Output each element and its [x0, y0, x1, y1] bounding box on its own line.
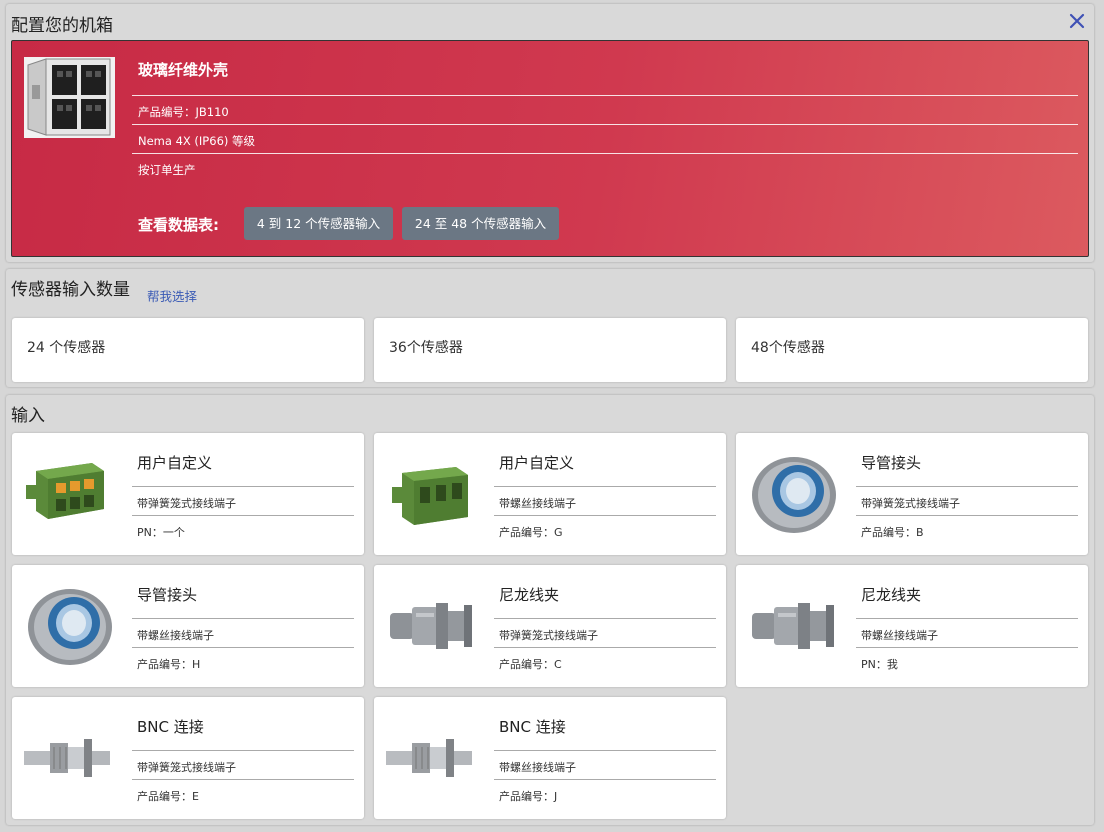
- input-title: 尼龙线夹: [499, 586, 560, 604]
- datasheet-24-48-button[interactable]: 24 至 48 个传感器输入: [402, 207, 559, 240]
- input-part-number: PN：我: [861, 658, 898, 671]
- sensor-option-48[interactable]: 48个传感器: [736, 318, 1088, 382]
- divider: [494, 618, 716, 619]
- input-connector: 带弹簧笼式接线端子: [137, 761, 236, 774]
- input-part-number: 产品编号：C: [499, 658, 562, 671]
- input-title: 导管接头: [137, 586, 198, 604]
- divider: [494, 515, 716, 516]
- input-title: BNC 连接: [137, 718, 204, 736]
- conduit-fitting-icon: [28, 589, 112, 665]
- close-button[interactable]: [1066, 10, 1088, 32]
- datasheet-label: 查看数据表:: [138, 216, 219, 234]
- input-title: 尼龙线夹: [861, 586, 922, 604]
- input-card-user-defined-spring[interactable]: 用户自定义 带弹簧笼式接线端子 PN：一个: [12, 433, 364, 555]
- input-part-number: 产品编号：H: [137, 658, 201, 671]
- datasheet-4-12-button[interactable]: 4 到 12 个传感器输入: [244, 207, 393, 240]
- input-part-number: PN：一个: [137, 526, 185, 539]
- input-connector: 带螺丝接线端子: [499, 761, 576, 774]
- input-connector: 带螺丝接线端子: [861, 629, 938, 642]
- input-part-number: 产品编号：B: [861, 526, 924, 539]
- input-part-number: 产品编号：G: [499, 526, 563, 539]
- sensor-count-panel: 传感器输入数量 帮我选择 24 个传感器 36个传感器 48个传感器: [6, 269, 1094, 387]
- spring-terminal-block-icon: [26, 463, 104, 519]
- input-connector: 带弹簧笼式接线端子: [137, 497, 236, 510]
- sensor-option-label: 36个传感器: [389, 340, 463, 356]
- cable-gland-icon: [752, 603, 834, 649]
- divider: [132, 515, 354, 516]
- cable-gland-icon: [390, 603, 472, 649]
- enclosure-panel: 配置您的机箱 玻璃纤维外壳 产品编号：JB110 Nema 4X (IP66) …: [6, 4, 1094, 262]
- input-title: 用户自定义: [137, 454, 213, 472]
- input-part-number: 产品编号：J: [499, 790, 558, 803]
- input-connector: 带弹簧笼式接线端子: [499, 629, 598, 642]
- sensor-option-label: 24 个传感器: [27, 340, 106, 356]
- product-name: 玻璃纤维外壳: [138, 61, 229, 79]
- close-icon: [1069, 13, 1085, 29]
- help-me-choose-link[interactable]: 帮我选择: [147, 286, 197, 305]
- divider: [132, 779, 354, 780]
- input-card-nylon-clamp-screw[interactable]: 尼龙线夹 带螺丝接线端子 PN：我: [736, 565, 1088, 687]
- sensor-option-label: 48个传感器: [751, 340, 825, 356]
- fiberglass-enclosure-icon: [24, 57, 115, 138]
- sensor-option-36[interactable]: 36个传感器: [374, 318, 726, 382]
- input-card-conduit-screw[interactable]: 导管接头 带螺丝接线端子 产品编号：H: [12, 565, 364, 687]
- divider: [132, 153, 1078, 154]
- input-card-bnc-spring[interactable]: BNC 连接 带弹簧笼式接线端子 产品编号：E: [12, 697, 364, 819]
- product-rating: Nema 4X (IP66) 等级: [138, 134, 256, 148]
- inputs-panel: 输入 用户自定义 带弹簧笼式接线端子 PN：一个 用户自定义 带螺丝接线端子 产…: [6, 395, 1094, 825]
- input-title: BNC 连接: [499, 718, 566, 736]
- conduit-fitting-icon: [752, 457, 836, 533]
- divider: [132, 618, 354, 619]
- divider: [856, 618, 1078, 619]
- input-connector: 带螺丝接线端子: [137, 629, 214, 642]
- product-availability: 按订单生产: [138, 163, 196, 177]
- product-number: 产品编号：JB110: [138, 105, 229, 119]
- input-connector: 带螺丝接线端子: [499, 497, 576, 510]
- input-connector: 带弹簧笼式接线端子: [861, 497, 960, 510]
- input-card-nylon-clamp-spring[interactable]: 尼龙线夹 带弹簧笼式接线端子 产品编号：C: [374, 565, 726, 687]
- input-card-conduit-spring[interactable]: 导管接头 带弹簧笼式接线端子 产品编号：B: [736, 433, 1088, 555]
- input-title: 用户自定义: [499, 454, 575, 472]
- divider: [856, 647, 1078, 648]
- divider: [494, 647, 716, 648]
- divider: [494, 750, 716, 751]
- divider: [132, 124, 1078, 125]
- enclosure-section-title: 配置您的机箱: [11, 16, 113, 36]
- divider: [132, 750, 354, 751]
- input-card-user-defined-screw[interactable]: 用户自定义 带螺丝接线端子 产品编号：G: [374, 433, 726, 555]
- input-title: 导管接头: [861, 454, 922, 472]
- bnc-connector-icon: [24, 739, 110, 777]
- divider: [132, 95, 1078, 96]
- sensor-option-24[interactable]: 24 个传感器: [12, 318, 364, 382]
- divider: [494, 486, 716, 487]
- divider: [856, 486, 1078, 487]
- divider: [132, 486, 354, 487]
- divider: [132, 647, 354, 648]
- screw-terminal-block-icon: [392, 467, 468, 525]
- inputs-section-title: 输入: [11, 406, 45, 426]
- divider: [856, 515, 1078, 516]
- bnc-connector-icon: [386, 739, 472, 777]
- input-part-number: 产品编号：E: [137, 790, 199, 803]
- product-hero-card: 玻璃纤维外壳 产品编号：JB110 Nema 4X (IP66) 等级 按订单生…: [11, 40, 1089, 257]
- sensor-section-title: 传感器输入数量: [11, 280, 130, 300]
- input-card-bnc-screw[interactable]: BNC 连接 带螺丝接线端子 产品编号：J: [374, 697, 726, 819]
- divider: [494, 779, 716, 780]
